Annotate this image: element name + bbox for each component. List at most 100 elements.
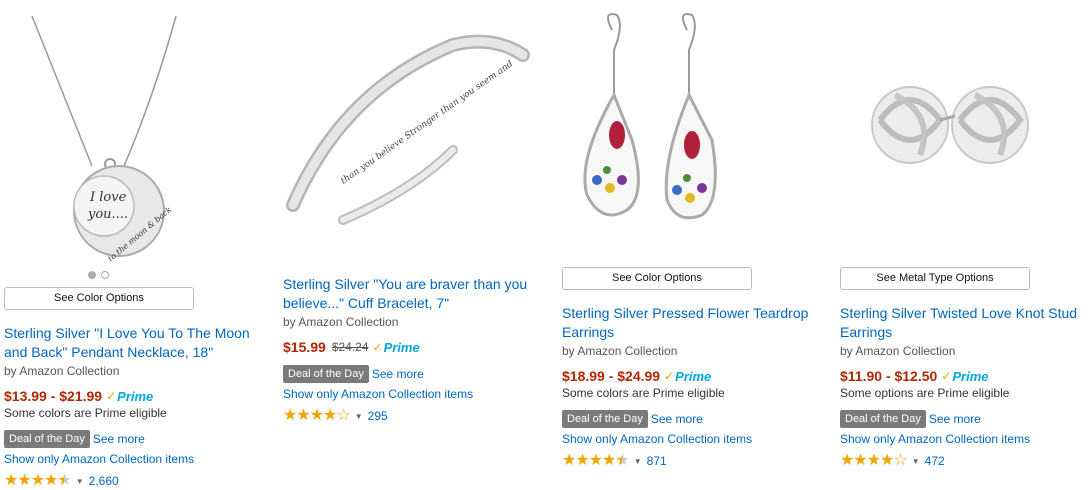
rating-row: ★ ★ ★ ★ ☆ ▼ 295 — [283, 408, 541, 424]
product-title-link[interactable]: Sterling Silver Twisted Love Knot Stud E… — [840, 304, 1090, 342]
product-image-cuff-bracelet[interactable]: than you believe Stronger than you seem … — [283, 0, 533, 255]
see-options-button[interactable]: See Color Options — [4, 287, 194, 310]
star-half-icon: ★ — [615, 452, 629, 469]
see-more-link[interactable]: See more — [651, 412, 703, 426]
brand-byline: by Amazon Collection — [4, 364, 120, 378]
prime-badge: ✓ Prime — [373, 340, 420, 355]
product-title-link[interactable]: Sterling Silver "You are braver than you… — [283, 275, 541, 313]
review-count-link[interactable]: 2,660 — [89, 474, 119, 488]
prime-check-icon: ✓ — [372, 340, 383, 354]
star-full-icon: ★ — [853, 452, 867, 469]
product-card: I love you.... to the moon & back See Co… — [4, 0, 266, 490]
price: $15.99 — [283, 339, 326, 355]
star-full-icon: ★ — [840, 452, 854, 469]
star-full-icon: ★ — [4, 472, 18, 489]
carousel-dot[interactable] — [101, 271, 109, 279]
chevron-down-icon[interactable]: ▼ — [912, 457, 920, 466]
show-only-brand-link[interactable]: Show only Amazon Collection items — [283, 387, 541, 402]
carousel-dot[interactable] — [88, 271, 96, 279]
price: $18.99 - $24.99 — [562, 368, 661, 384]
star-rating[interactable]: ★ ★ ★ ★ ☆ — [840, 452, 908, 469]
prime-eligibility-note: Some colors are Prime eligible — [4, 406, 167, 420]
star-full-icon: ★ — [44, 472, 58, 489]
product-title-link[interactable]: Sterling Silver Pressed Flower Teardrop … — [562, 304, 820, 342]
star-full-icon: ★ — [880, 452, 894, 469]
price: $11.90 - $12.50 — [840, 368, 938, 384]
deal-of-the-day-badge: Deal of the Day — [840, 409, 926, 428]
pendant-text-2: you.... — [87, 207, 128, 222]
star-full-icon: ★ — [17, 472, 31, 489]
product-details: Sterling Silver Twisted Love Knot Stud E… — [840, 304, 1090, 469]
star-half-icon: ★ — [57, 472, 71, 489]
see-more-link[interactable]: See more — [372, 367, 424, 381]
product-details: Sterling Silver Pressed Flower Teardrop … — [562, 304, 820, 469]
product-image-love-knot-earrings[interactable] — [840, 40, 1090, 230]
see-more-link[interactable]: See more — [93, 432, 145, 446]
deal-of-the-day-badge: Deal of the Day — [4, 429, 90, 448]
star-full-icon: ★ — [296, 407, 310, 424]
price-row: $15.99 $24.24 ✓ Prime — [283, 338, 541, 356]
rating-row: ★ ★ ★ ★ ★ ▼ 2,660 — [4, 473, 262, 489]
prime-badge: ✓ Prime — [941, 369, 988, 384]
deal-row: Deal of the Day See more — [283, 364, 541, 383]
price-row: $13.99 - $21.99 ✓ Prime — [4, 387, 262, 405]
prime-label: Prime — [117, 388, 154, 404]
brand-byline: by Amazon Collection — [283, 315, 399, 329]
chevron-down-icon[interactable]: ▼ — [76, 477, 84, 486]
star-full-icon: ★ — [575, 452, 589, 469]
brand-byline: by Amazon Collection — [562, 344, 678, 358]
pendant-text-1: I love — [89, 190, 127, 205]
deal-row: Deal of the Day See more — [840, 409, 1090, 428]
prime-eligibility-note: Some options are Prime eligible — [840, 386, 1010, 400]
show-only-brand-link[interactable]: Show only Amazon Collection items — [562, 432, 820, 447]
chevron-down-icon[interactable]: ▼ — [634, 457, 642, 466]
product-image-necklace[interactable]: I love you.... to the moon & back — [4, 6, 254, 263]
prime-check-icon: ✓ — [106, 389, 117, 403]
show-only-brand-link[interactable]: Show only Amazon Collection items — [4, 452, 262, 467]
review-count-link[interactable]: 472 — [925, 454, 945, 468]
price: $13.99 - $21.99 — [4, 388, 103, 404]
prime-badge: ✓ Prime — [664, 369, 711, 384]
brand-byline: by Amazon Collection — [840, 344, 956, 358]
product-image-flower-earrings[interactable] — [562, 10, 812, 255]
prime-check-icon: ✓ — [664, 369, 675, 383]
see-options-button[interactable]: See Metal Type Options — [840, 267, 1030, 290]
prime-label: Prime — [952, 368, 989, 384]
review-count-link[interactable]: 871 — [647, 454, 667, 468]
deal-row: Deal of the Day See more — [4, 429, 262, 448]
show-only-brand-link[interactable]: Show only Amazon Collection items — [840, 432, 1090, 447]
star-full-icon: ★ — [30, 472, 45, 489]
image-carousel-dots[interactable] — [88, 271, 109, 279]
star-rating[interactable]: ★ ★ ★ ★ ★ — [562, 452, 630, 469]
deal-of-the-day-badge: Deal of the Day — [562, 409, 648, 428]
product-card: See Color Options Sterling Silver Presse… — [562, 0, 824, 490]
product-card: than you believe Stronger than you seem … — [283, 0, 545, 490]
product-title-link[interactable]: Sterling Silver "I Love You To The Moon … — [4, 324, 262, 362]
rating-row: ★ ★ ★ ★ ★ ▼ 871 — [562, 453, 820, 469]
star-empty-icon: ☆ — [893, 452, 907, 469]
price-row: $11.90 - $12.50 ✓ Prime — [840, 367, 1090, 385]
prime-label: Prime — [675, 368, 712, 384]
product-card: See Metal Type Options Sterling Silver T… — [840, 0, 1090, 490]
deal-row: Deal of the Day See more — [562, 409, 820, 428]
price-row: $18.99 - $24.99 ✓ Prime — [562, 367, 820, 385]
chevron-down-icon[interactable]: ▼ — [355, 412, 363, 421]
rating-row: ★ ★ ★ ★ ☆ ▼ 472 — [840, 453, 1090, 469]
star-full-icon: ★ — [323, 407, 337, 424]
star-full-icon: ★ — [283, 407, 297, 424]
product-details: Sterling Silver "You are braver than you… — [283, 275, 541, 424]
star-full-icon: ★ — [562, 452, 576, 469]
see-more-link[interactable]: See more — [929, 412, 981, 426]
review-count-link[interactable]: 295 — [368, 409, 388, 423]
star-empty-icon: ☆ — [336, 407, 350, 424]
star-rating[interactable]: ★ ★ ★ ★ ★ — [4, 472, 72, 489]
star-rating[interactable]: ★ ★ ★ ★ ☆ — [283, 407, 351, 424]
prime-eligibility-note: Some colors are Prime eligible — [562, 386, 725, 400]
see-options-button[interactable]: See Color Options — [562, 267, 752, 290]
star-full-icon: ★ — [588, 452, 603, 469]
star-full-icon: ★ — [866, 452, 881, 469]
star-full-icon: ★ — [309, 407, 324, 424]
star-full-icon: ★ — [602, 452, 616, 469]
prime-badge: ✓ Prime — [106, 389, 153, 404]
prime-label: Prime — [383, 339, 420, 355]
